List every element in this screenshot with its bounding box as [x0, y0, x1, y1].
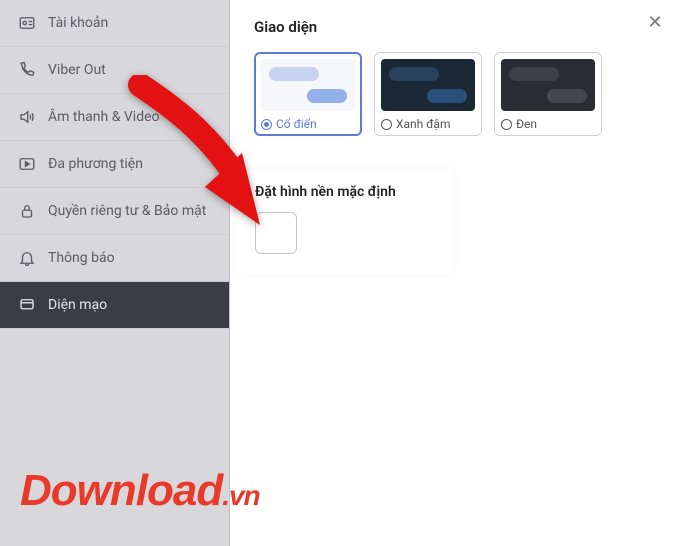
chat-bubble-preview [269, 67, 319, 81]
theme-option-navy[interactable]: Xanh đậm [374, 52, 482, 136]
settings-sidebar: Tài khoản Viber Out Âm thanh & Video [0, 0, 230, 546]
theme-picker: Cổ điển Xanh đậm [254, 52, 655, 136]
speaker-icon [18, 108, 36, 126]
theme-label: Xanh đậm [381, 117, 475, 131]
sidebar-item-label: Thông báo [48, 250, 115, 266]
appearance-icon [18, 296, 36, 314]
section-title: Giao diện [254, 18, 655, 36]
theme-preview [381, 59, 475, 111]
panel-title: Đặt hình nền mặc định [255, 184, 434, 200]
sidebar-item-media[interactable]: Đa phương tiện [0, 141, 229, 188]
sidebar-item-audio-video[interactable]: Âm thanh & Video [0, 94, 229, 141]
radio-unselected-icon [381, 119, 392, 130]
sidebar-item-label: Quyền riêng tư & Bảo mật [48, 203, 206, 219]
chat-bubble-preview [509, 67, 559, 81]
media-icon [18, 155, 36, 173]
sidebar-item-appearance[interactable]: Diện mạo [0, 282, 229, 329]
theme-option-classic[interactable]: Cổ điển [254, 52, 362, 136]
sidebar-item-label: Đa phương tiện [48, 156, 143, 172]
theme-preview [261, 59, 355, 111]
close-icon: ✕ [647, 12, 662, 33]
theme-option-black[interactable]: Đen [494, 52, 602, 136]
default-background-panel: Đặt hình nền mặc định [237, 170, 452, 272]
theme-label: Cổ điển [261, 117, 355, 131]
radio-selected-icon [261, 119, 272, 130]
account-icon [18, 14, 36, 32]
sidebar-item-account[interactable]: Tài khoản [0, 0, 229, 47]
chat-bubble-preview [389, 67, 439, 81]
lock-icon [18, 202, 36, 220]
theme-label: Đen [501, 117, 595, 131]
settings-content: ✕ Giao diện Cổ điển [230, 0, 679, 546]
default-background-swatch[interactable] [255, 212, 297, 254]
close-button[interactable]: ✕ [645, 12, 665, 32]
sidebar-item-label: Tài khoản [48, 15, 108, 31]
sidebar-item-notifications[interactable]: Thông báo [0, 235, 229, 282]
sidebar-item-label: Diện mạo [48, 297, 107, 313]
theme-preview [501, 59, 595, 111]
sidebar-item-label: Âm thanh & Video [48, 109, 160, 125]
phone-icon [18, 61, 36, 79]
radio-unselected-icon [501, 119, 512, 130]
bell-icon [18, 249, 36, 267]
chat-bubble-preview [547, 89, 587, 103]
chat-bubble-preview [307, 89, 347, 103]
chat-bubble-preview [427, 89, 467, 103]
sidebar-item-viber-out[interactable]: Viber Out [0, 47, 229, 94]
sidebar-item-privacy[interactable]: Quyền riêng tư & Bảo mật [0, 188, 229, 235]
sidebar-item-label: Viber Out [48, 62, 106, 78]
watermark: Download.vn [20, 466, 260, 516]
